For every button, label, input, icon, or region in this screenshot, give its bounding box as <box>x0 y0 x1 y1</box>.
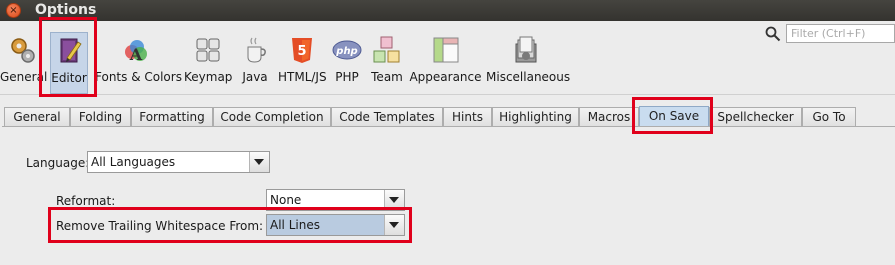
language-label: Language: <box>26 156 90 170</box>
window-title: Options <box>35 2 97 18</box>
svg-text:A: A <box>129 45 143 64</box>
reformat-label: Reformat: <box>56 194 116 208</box>
tab-highlighting[interactable]: Highlighting <box>492 107 579 126</box>
category-toolbar: General Editor A Fonts & Colors Keymap J… <box>0 21 895 94</box>
close-button[interactable]: × <box>6 3 21 18</box>
trailing-whitespace-select-value: All Lines <box>270 218 320 232</box>
reformat-select-value: None <box>270 193 302 207</box>
trailing-whitespace-label: Remove Trailing Whitespace From: <box>56 219 264 233</box>
category-label: Editor <box>51 71 87 85</box>
language-select[interactable]: All Languages <box>87 151 270 173</box>
gear-icon <box>11 38 35 63</box>
editor-book-icon <box>60 38 82 63</box>
editor-tabs: General Folding Formatting Code Completi… <box>0 106 895 128</box>
java-cup-icon <box>247 37 266 63</box>
category-label: Appearance <box>409 70 482 84</box>
trailing-whitespace-select[interactable]: All Lines <box>266 214 405 236</box>
category-general[interactable]: General <box>0 32 48 94</box>
category-keymap[interactable]: Keymap <box>184 32 232 94</box>
appearance-icon <box>433 37 458 63</box>
tab-macros[interactable]: Macros <box>579 107 639 126</box>
fonts-colors-icon: A <box>125 40 147 64</box>
tab-spellchecker[interactable]: Spellchecker <box>709 107 802 126</box>
toolbar-divider <box>0 94 895 95</box>
filter-search-input[interactable]: Filter (Ctrl+F) <box>786 24 895 43</box>
tab-general[interactable]: General <box>4 107 70 126</box>
category-label: General <box>0 70 48 84</box>
tab-formatting[interactable]: Formatting <box>131 107 213 126</box>
chevron-down-icon <box>249 152 269 172</box>
svg-text:php: php <box>335 46 357 57</box>
category-label: PHP <box>335 70 359 84</box>
tab-code-templates[interactable]: Code Templates <box>331 107 443 126</box>
chevron-down-icon <box>384 190 404 210</box>
category-label: Keymap <box>184 70 233 84</box>
category-java[interactable]: Java <box>238 32 272 94</box>
category-php[interactable]: php PHP <box>330 32 364 94</box>
tab-folding[interactable]: Folding <box>70 107 131 126</box>
miscellaneous-icon <box>515 36 537 63</box>
category-label: HTML/JS <box>278 70 327 84</box>
title-bar: × Options <box>0 0 895 21</box>
tab-go-to[interactable]: Go To <box>802 107 856 126</box>
category-team[interactable]: Team <box>368 32 406 94</box>
tab-on-save[interactable]: On Save <box>639 106 709 128</box>
tab-code-completion[interactable]: Code Completion <box>213 107 331 126</box>
html5-icon: 5 <box>292 38 312 63</box>
search-icon <box>765 26 781 42</box>
category-label: Miscellaneous <box>486 70 571 84</box>
category-label: Java <box>242 70 268 84</box>
on-save-panel <box>2 126 895 265</box>
category-label: Fonts & Colors <box>95 70 182 84</box>
php-icon: php <box>332 40 362 60</box>
chevron-down-icon <box>384 215 404 235</box>
category-appearance[interactable]: Appearance <box>409 32 482 94</box>
category-miscellaneous[interactable]: Miscellaneous <box>486 32 571 94</box>
category-fonts-colors[interactable]: A Fonts & Colors <box>95 32 182 94</box>
reformat-select[interactable]: None <box>266 189 405 211</box>
keyboard-icon <box>196 38 220 62</box>
category-html-js[interactable]: 5 HTML/JS <box>278 32 327 94</box>
category-label: Team <box>371 70 403 84</box>
svg-text:5: 5 <box>297 44 306 59</box>
language-select-value: All Languages <box>91 155 176 169</box>
category-editor[interactable]: Editor <box>50 32 88 94</box>
tab-hints[interactable]: Hints <box>443 107 492 126</box>
team-cubes-icon <box>373 36 400 63</box>
